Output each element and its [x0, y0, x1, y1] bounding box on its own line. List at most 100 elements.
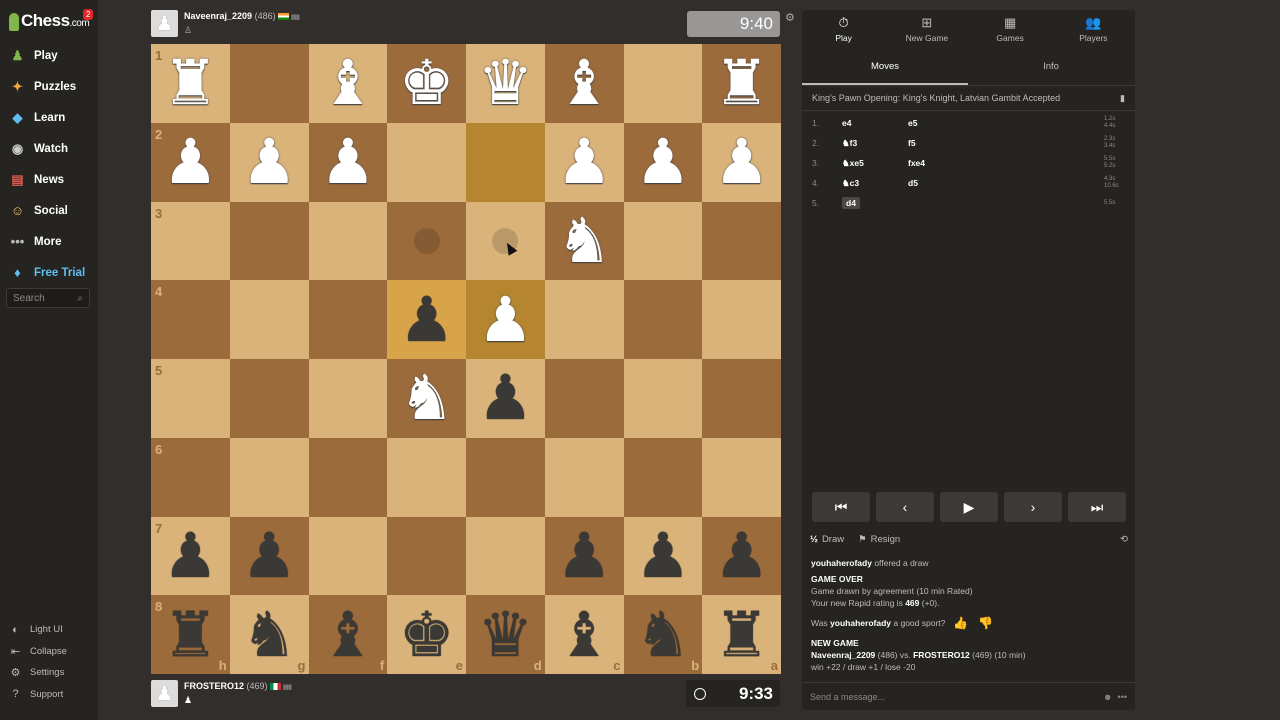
- tab-new-game[interactable]: ⊞ New Game: [885, 10, 968, 48]
- black-bishop-piece[interactable]: ♝: [556, 603, 612, 666]
- tab-moves[interactable]: Moves: [802, 48, 968, 85]
- notification-badge[interactable]: 2: [83, 9, 94, 20]
- flip-board-icon[interactable]: ⟲: [1120, 534, 1128, 545]
- board-square-d2[interactable]: [466, 122, 545, 202]
- board-square-g8[interactable]: g ♞: [229, 595, 309, 674]
- board-square-b1[interactable]: [623, 44, 703, 123]
- board-square-h8[interactable]: 8 h ♜: [151, 595, 230, 674]
- board-square-a4[interactable]: [702, 280, 781, 359]
- white-move[interactable]: e4: [842, 118, 908, 128]
- thumbs-up-icon[interactable]: 👍: [953, 617, 968, 629]
- board-square-h5[interactable]: 5: [151, 359, 230, 438]
- white-queen-piece[interactable]: ♛: [478, 52, 534, 114]
- white-move[interactable]: d4: [842, 197, 860, 209]
- white-knight-piece[interactable]: ♞: [556, 209, 612, 272]
- nav-news[interactable]: ▤ News: [0, 164, 98, 195]
- board-square-e1[interactable]: ♚: [387, 44, 466, 123]
- board-square-a5[interactable]: [702, 359, 781, 438]
- board-square-b6[interactable]: [623, 437, 703, 517]
- emoji-icon[interactable]: ☻: [1103, 692, 1112, 702]
- white-rook-piece[interactable]: ♜: [714, 52, 770, 114]
- black-king-piece[interactable]: ♚: [399, 603, 455, 666]
- white-pawn-piece[interactable]: ♟: [320, 131, 376, 193]
- black-move[interactable]: d5: [908, 178, 974, 188]
- board-square-c3[interactable]: ♞: [544, 201, 624, 281]
- opening-name[interactable]: King's Pawn Opening: King's Knight, Latv…: [812, 93, 1060, 103]
- board-square-a6[interactable]: [702, 437, 781, 517]
- resign-button[interactable]: ⚑ Resign: [858, 534, 900, 545]
- white-bishop-piece[interactable]: ♝: [320, 52, 376, 114]
- board-square-b4[interactable]: [623, 280, 703, 359]
- white-move[interactable]: ♞f3: [842, 138, 908, 149]
- avatar[interactable]: ♟: [151, 680, 178, 707]
- black-pawn-piece[interactable]: ♟: [241, 524, 297, 587]
- board-square-b5[interactable]: [623, 359, 703, 438]
- board-square-c1[interactable]: ♝: [544, 44, 624, 123]
- board-square-h1[interactable]: 1 ♜: [151, 44, 230, 123]
- white-move[interactable]: ♞c3: [842, 178, 908, 189]
- avatar[interactable]: ♟: [151, 10, 178, 37]
- board-square-f8[interactable]: f ♝: [308, 595, 388, 674]
- first-move-button[interactable]: ⏮: [812, 492, 870, 522]
- board-square-e7[interactable]: [387, 516, 466, 596]
- white-pawn-piece[interactable]: ♟: [714, 131, 770, 193]
- tab-players[interactable]: 👥 Players: [1052, 10, 1135, 48]
- black-move[interactable]: e5: [908, 118, 974, 128]
- board-square-g7[interactable]: ♟: [229, 516, 309, 596]
- board-square-c8[interactable]: c ♝: [544, 595, 624, 674]
- black-pawn-piece[interactable]: ♟: [556, 524, 612, 587]
- board-square-b8[interactable]: b ♞: [623, 595, 703, 674]
- board-square-d3[interactable]: [466, 201, 545, 281]
- search-input[interactable]: Search ⌕: [6, 288, 90, 308]
- board-square-c6[interactable]: [544, 437, 624, 517]
- board-square-b2[interactable]: ♟: [623, 122, 703, 202]
- board-square-c4[interactable]: [544, 280, 624, 359]
- board-square-c5[interactable]: [544, 359, 624, 438]
- nav-play[interactable]: ♟ Play: [0, 40, 98, 71]
- board-square-g4[interactable]: [229, 280, 309, 359]
- board-square-b7[interactable]: ♟: [623, 516, 703, 596]
- more-options-icon[interactable]: •••: [1118, 692, 1127, 702]
- black-rook-piece[interactable]: ♜: [714, 603, 770, 666]
- board-square-a7[interactable]: ♟: [702, 516, 781, 596]
- board-square-d5[interactable]: ♟: [466, 359, 545, 438]
- board-square-b3[interactable]: [623, 201, 703, 281]
- board-square-h2[interactable]: 2 ♟: [151, 122, 230, 202]
- black-bishop-piece[interactable]: ♝: [320, 603, 376, 666]
- board-square-g6[interactable]: [229, 437, 309, 517]
- board-square-f3[interactable]: [308, 201, 388, 281]
- light-ui-toggle[interactable]: ◐ Light UI: [0, 619, 98, 641]
- new-game-white[interactable]: Naveenraj_2209: [811, 650, 875, 660]
- white-rook-piece[interactable]: ♜: [163, 52, 219, 114]
- nav-more[interactable]: ••• More: [0, 226, 98, 257]
- board-square-g3[interactable]: [229, 201, 309, 281]
- board-square-f5[interactable]: [308, 359, 388, 438]
- board-square-f2[interactable]: ♟: [308, 122, 388, 202]
- search-icon[interactable]: ⌕: [77, 293, 83, 304]
- board-square-h3[interactable]: 3: [151, 201, 230, 281]
- board-square-h6[interactable]: 6: [151, 437, 230, 517]
- board-square-d4[interactable]: ♟: [466, 280, 545, 359]
- white-move[interactable]: ♞xe5: [842, 158, 908, 169]
- tab-games[interactable]: ▦ Games: [969, 10, 1052, 48]
- black-pawn-piece[interactable]: ♟: [399, 288, 455, 351]
- white-king-piece[interactable]: ♚: [399, 52, 455, 114]
- black-rook-piece[interactable]: ♜: [163, 603, 219, 666]
- black-pawn-piece[interactable]: ♟: [714, 524, 770, 587]
- board-square-d7[interactable]: [466, 516, 545, 596]
- board-square-c2[interactable]: ♟: [544, 122, 624, 202]
- white-knight-piece[interactable]: ♞: [399, 367, 455, 429]
- board-square-g5[interactable]: [229, 359, 309, 438]
- board-square-h7[interactable]: 7 ♟: [151, 516, 230, 596]
- nav-social[interactable]: ☺ Social: [0, 195, 98, 226]
- black-knight-piece[interactable]: ♞: [241, 603, 297, 666]
- board-square-d6[interactable]: [466, 437, 545, 517]
- black-pawn-piece[interactable]: ♟: [635, 524, 691, 587]
- board-square-f7[interactable]: [308, 516, 388, 596]
- previous-move-button[interactable]: ‹: [876, 492, 934, 522]
- board-square-e5[interactable]: ♞: [387, 359, 466, 438]
- nav-learn[interactable]: ◆ Learn: [0, 102, 98, 133]
- thumbs-down-icon[interactable]: 👎: [978, 617, 993, 629]
- black-pawn-piece[interactable]: ♟: [163, 524, 219, 587]
- nav-puzzles[interactable]: ✦ Puzzles: [0, 71, 98, 102]
